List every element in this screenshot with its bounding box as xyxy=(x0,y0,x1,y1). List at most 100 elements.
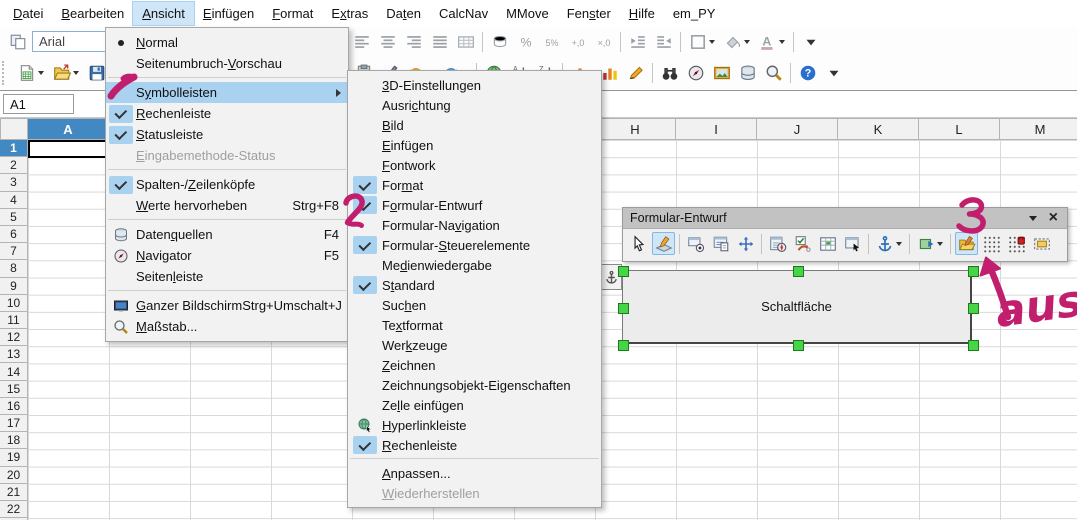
align-right-button[interactable] xyxy=(402,30,425,53)
menubar-item-11[interactable]: em_PY xyxy=(664,2,725,25)
automatic-focus-button[interactable] xyxy=(841,232,864,255)
row-header-4[interactable]: 4 xyxy=(0,192,27,209)
menu-item-spalten-zeilenköpfe[interactable]: Spalten-/Zeilenköpfe xyxy=(106,174,348,195)
selection-handle[interactable] xyxy=(968,303,979,314)
column-header-i[interactable]: I xyxy=(676,118,757,140)
menu-item-suchen[interactable]: Suchen xyxy=(348,295,601,315)
border-button[interactable] xyxy=(686,30,718,53)
menubar-item-10[interactable]: Hilfe xyxy=(620,2,664,25)
find-button[interactable] xyxy=(658,62,681,85)
datasources-button[interactable] xyxy=(736,62,759,85)
menu-item-statusleiste[interactable]: Statusleiste xyxy=(106,124,348,145)
menu-item-medienwiedergabe[interactable]: Medienwiedergabe xyxy=(348,255,601,275)
clone-formatting-button[interactable] xyxy=(6,30,29,53)
align-left-button[interactable] xyxy=(350,30,373,53)
form-navigator-button[interactable] xyxy=(816,232,839,255)
align-center-button[interactable] xyxy=(376,30,399,53)
menu-item-wiederherstellen[interactable]: Wiederherstellen xyxy=(348,483,601,503)
row-header-20[interactable]: 20 xyxy=(0,467,27,484)
align-justify-button[interactable] xyxy=(428,30,451,53)
row-header-13[interactable]: 13 xyxy=(0,346,27,363)
row-header-7[interactable]: 7 xyxy=(0,243,27,260)
toolbar-grip[interactable] xyxy=(2,61,9,85)
menu-item-ausrichtung[interactable]: Ausrichtung xyxy=(348,95,601,115)
selection-handle[interactable] xyxy=(618,303,629,314)
magnifier-button[interactable] xyxy=(762,62,785,85)
menubar-item-5[interactable]: Extras xyxy=(322,2,377,25)
menu-item-werkzeuge[interactable]: Werkzeuge xyxy=(348,335,601,355)
form-properties-button[interactable] xyxy=(766,232,789,255)
percent-button[interactable]: % xyxy=(514,30,537,53)
merge-cells-button[interactable] xyxy=(454,30,477,53)
column-header-a[interactable]: A xyxy=(28,118,109,140)
currency-button[interactable] xyxy=(488,30,511,53)
name-box[interactable]: A1 xyxy=(3,94,74,114)
menu-item-zelle-einfügen[interactable]: Zelle einfügen xyxy=(348,395,601,415)
menu-item-seitenleiste[interactable]: Seitenleiste xyxy=(106,266,348,287)
tab-order-button[interactable] xyxy=(734,232,757,255)
open-in-design-mode-button[interactable] xyxy=(955,232,978,255)
snap-to-grid-button[interactable] xyxy=(1005,232,1028,255)
design-mode-button[interactable] xyxy=(652,232,675,255)
menu-item-seitenumbruch-vorschau[interactable]: Seitenumbruch-Vorschau xyxy=(106,53,348,74)
selection-handle[interactable] xyxy=(618,266,629,277)
menu-item-hyperlinkleiste[interactable]: Hyperlinkleiste xyxy=(348,415,601,435)
column-header-k[interactable]: K xyxy=(838,118,919,140)
draw-button[interactable] xyxy=(624,62,647,85)
control-properties-button[interactable] xyxy=(791,232,814,255)
menu-item-zeichnen[interactable]: Zeichnen xyxy=(348,355,601,375)
row-header-14[interactable]: 14 xyxy=(0,363,27,380)
row-header-10[interactable]: 10 xyxy=(0,295,27,312)
row-header-18[interactable]: 18 xyxy=(0,432,27,449)
menu-item-standard[interactable]: Standard xyxy=(348,275,601,295)
menu-item-einfügen[interactable]: Einfügen xyxy=(348,135,601,155)
menu-item-formular-steuerelemente[interactable]: Formular-Steuerelemente xyxy=(348,235,601,255)
chevron-down-icon[interactable] xyxy=(896,242,902,246)
menubar-item-6[interactable]: Daten xyxy=(377,2,430,25)
row-header-15[interactable]: 15 xyxy=(0,381,27,398)
menu-item-symbolleisten[interactable]: Symbolleisten xyxy=(106,82,348,103)
menubar-item-7[interactable]: CalcNav xyxy=(430,2,497,25)
selection-handle[interactable] xyxy=(968,266,979,277)
row-header-8[interactable]: 8 xyxy=(0,260,27,277)
row-header-17[interactable]: 17 xyxy=(0,415,27,432)
menu-item-datenquellen[interactable]: DatenquellenF4 xyxy=(106,224,348,245)
chevron-down-icon[interactable] xyxy=(73,71,79,75)
toolbar-overflow-button[interactable] xyxy=(822,62,845,85)
row-header-9[interactable]: 9 xyxy=(0,278,27,295)
menu-item-format[interactable]: Format xyxy=(348,175,601,195)
position-size-button[interactable] xyxy=(914,232,946,255)
menu-item-formular-navigation[interactable]: Formular-Navigation xyxy=(348,215,601,235)
indent-less-button[interactable] xyxy=(652,30,675,53)
indent-more-button[interactable] xyxy=(626,30,649,53)
number-format-button[interactable]: 5% xyxy=(540,30,563,53)
new-document-button[interactable] xyxy=(15,62,47,85)
menu-item-textformat[interactable]: Textformat xyxy=(348,315,601,335)
open-button[interactable] xyxy=(50,62,82,85)
chevron-down-icon[interactable] xyxy=(937,242,943,246)
selected-cell-a1[interactable] xyxy=(28,140,109,158)
row-header-19[interactable]: 19 xyxy=(0,449,27,466)
menu-item-zeichnungsobjekt-eigenschaften[interactable]: Zeichnungsobjekt-Eigenschaften xyxy=(348,375,601,395)
menu-item-3d-einstellungen[interactable]: 3D-Einstellungen xyxy=(348,75,601,95)
toolbar-menu-icon[interactable] xyxy=(1029,216,1037,221)
chevron-down-icon[interactable] xyxy=(744,40,750,44)
menubar-item-0[interactable]: Datei xyxy=(4,2,52,25)
menu-item-navigator[interactable]: NavigatorF5 xyxy=(106,245,348,266)
menu-item-rechenleiste[interactable]: Rechenleiste xyxy=(106,103,348,124)
helplines-button[interactable] xyxy=(1030,232,1053,255)
row-header-22[interactable]: 22 xyxy=(0,501,27,518)
form-button[interactable] xyxy=(709,232,732,255)
row-header-3[interactable]: 3 xyxy=(0,174,27,191)
column-header-h[interactable]: H xyxy=(595,118,676,140)
menubar-item-2[interactable]: Ansicht xyxy=(133,2,194,25)
menu-item-maßstab[interactable]: Maßstab... xyxy=(106,316,348,337)
help-button[interactable]: ? xyxy=(796,62,819,85)
font-color-button[interactable]: A xyxy=(756,30,788,53)
control-button[interactable] xyxy=(684,232,707,255)
row-header-5[interactable]: 5 xyxy=(0,209,27,226)
chevron-down-icon[interactable] xyxy=(779,40,785,44)
select-button[interactable] xyxy=(627,232,650,255)
add-decimal-button[interactable]: +,0 xyxy=(566,30,589,53)
row-header-6[interactable]: 6 xyxy=(0,226,27,243)
